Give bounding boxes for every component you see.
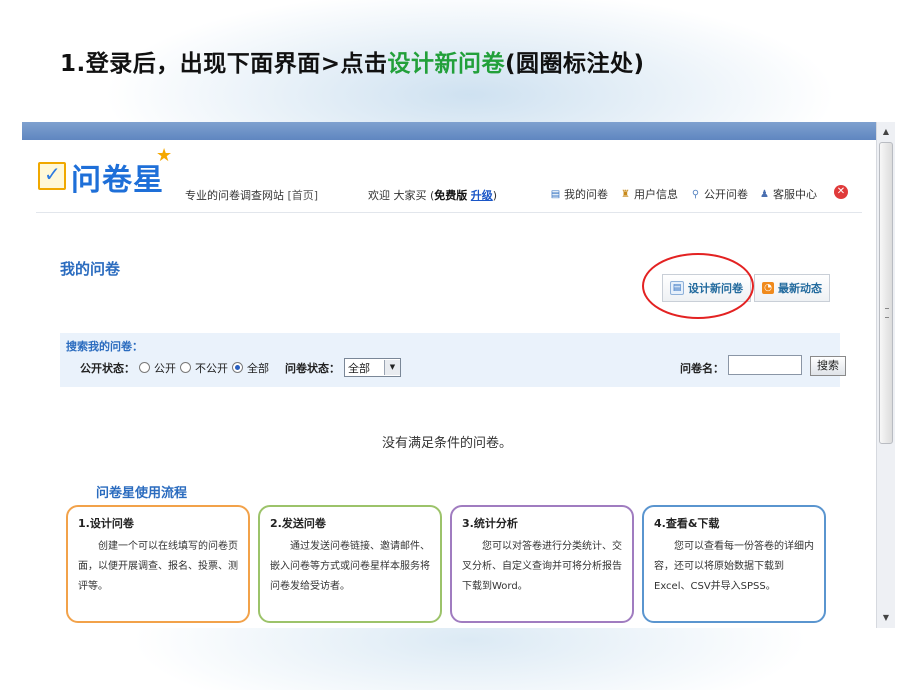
- nav-user-info[interactable]: ♜ 用户信息: [620, 186, 678, 202]
- title-suffix: (圆圈标注处): [505, 51, 645, 77]
- scroll-down-icon[interactable]: ▼: [877, 610, 895, 626]
- logo-star-icon: ★: [156, 145, 173, 166]
- radio-private[interactable]: [180, 362, 191, 373]
- search-icon: ⚲: [691, 188, 700, 200]
- step-title: 4.查看&下载: [654, 517, 720, 530]
- page-title: 我的问卷: [60, 260, 121, 278]
- flow-step-send: 2.发送问卷 通过发送问卷链接、邀请邮件、嵌入问卷等方式或问卷星样本服务将问卷发…: [258, 505, 442, 623]
- step-description: 创建一个可以在线填写的问卷页面，以便开展调查、报名、投票、测评等。: [78, 541, 238, 592]
- page-content: ✓ 问卷星 ★ 专业的问卷调查网站 [首页] 欢迎 大家买 (免费版 升级) ▤…: [22, 140, 878, 628]
- logo-checkbox-icon: ✓: [38, 162, 66, 190]
- slide-title: 1.登录后，出现下面界面>点击设计新问卷(圆圈标注处): [60, 44, 645, 78]
- latest-news-button[interactable]: ◔ 最新动态: [754, 274, 830, 302]
- logout-close-icon[interactable]: ✕: [834, 185, 848, 199]
- radio-all-label: 全部: [247, 361, 269, 375]
- plan-badge: 免费版: [434, 189, 468, 202]
- step-description: 您可以查看每一份答卷的详细内容，还可以将原始数据下载到Excel、CSV并导入S…: [654, 541, 814, 592]
- site-tagline: 专业的问卷调查网站 [首页]: [185, 189, 319, 202]
- radio-all[interactable]: [232, 362, 243, 373]
- upgrade-link[interactable]: 升级: [471, 189, 493, 202]
- rss-icon: ◔: [762, 282, 774, 294]
- user-icon: ♜: [621, 188, 630, 200]
- public-status-label: 公开状态：: [80, 361, 135, 375]
- site-logo[interactable]: 问卷星: [71, 155, 164, 199]
- survey-name-label: 问卷名：: [680, 362, 724, 375]
- nav-my-surveys[interactable]: ▤ 我的问卷: [550, 186, 608, 202]
- welcome-text: 欢迎 大家买 (免费版 升级): [368, 189, 498, 202]
- flow-step-download: 4.查看&下载 您可以查看每一份答卷的详细内容，还可以将原始数据下载到Excel…: [642, 505, 826, 623]
- flow-title: 问卷星使用流程: [96, 486, 188, 501]
- support-icon: ♟: [760, 188, 769, 200]
- radio-public[interactable]: [139, 362, 150, 373]
- search-button[interactable]: 搜索: [810, 356, 846, 376]
- step-description: 通过发送问卷链接、邀请邮件、嵌入问卷等方式或问卷星样本服务将问卷发给受访者。: [270, 541, 430, 592]
- empty-message: 没有满足条件的问卷。: [382, 436, 513, 451]
- flow-step-design: 1.设计问卷 创建一个可以在线填写的问卷页面，以便开展调查、报名、投票、测评等。: [66, 505, 250, 623]
- flow-step-analyze: 3.统计分析 您可以对答卷进行分类统计、交叉分析、自定义查询并可将分析报告下载到…: [450, 505, 634, 623]
- header-divider: [36, 212, 862, 213]
- scroll-up-icon[interactable]: ▲: [877, 124, 895, 140]
- survey-status-label: 问卷状态：: [285, 361, 340, 375]
- step-title: 1.设计问卷: [78, 517, 134, 530]
- browser-window: ✓ 问卷星 ★ 专业的问卷调查网站 [首页] 欢迎 大家买 (免费版 升级) ▤…: [22, 122, 878, 628]
- radio-public-label: 公开: [154, 361, 176, 375]
- title-highlight: 设计新问卷: [387, 51, 506, 77]
- vertical-scrollbar[interactable]: ▲ ▼: [876, 122, 895, 628]
- step-title: 2.发送问卷: [270, 517, 326, 530]
- annotation-circle: [642, 253, 754, 319]
- search-panel: 搜索我的问卷： 公开状态： 公开 不公开 全部 问卷状态： 全部 ▼ 问卷名： 搜…: [60, 333, 846, 387]
- radio-private-label: 不公开: [195, 361, 228, 375]
- step-description: 您可以对答卷进行分类统计、交叉分析、自定义查询并可将分析报告下载到Word。: [462, 541, 622, 592]
- survey-name-input[interactable]: [728, 355, 802, 375]
- scroll-thumb[interactable]: [879, 142, 893, 444]
- dropdown-arrow-icon: ▼: [384, 360, 400, 375]
- list-icon: ▤: [550, 188, 561, 200]
- title-prefix: 1.登录后，出现下面界面>点击: [60, 51, 388, 77]
- nav-public-surveys[interactable]: ⚲ 公开问卷: [690, 186, 748, 202]
- survey-status-select[interactable]: 全部 ▼: [344, 358, 401, 377]
- browser-top-bar: [22, 122, 878, 140]
- nav-support[interactable]: ♟ 客服中心: [759, 186, 817, 202]
- search-title: 搜索我的问卷：: [66, 340, 143, 353]
- home-link[interactable]: [首页]: [288, 189, 319, 202]
- step-title: 3.统计分析: [462, 517, 518, 530]
